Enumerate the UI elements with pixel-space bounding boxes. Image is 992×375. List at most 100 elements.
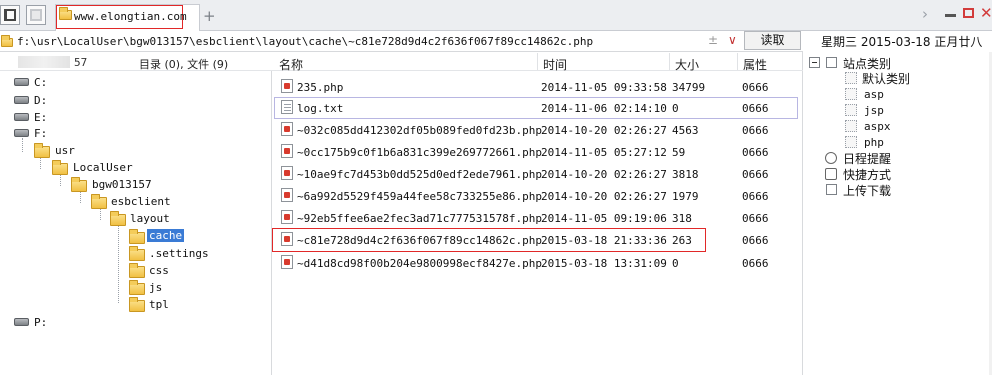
drive-p[interactable]: P:: [34, 316, 47, 329]
tree-folder-css[interactable]: css: [149, 264, 169, 277]
shortcuts[interactable]: 快捷方式: [843, 166, 891, 183]
read-button[interactable]: 读取: [744, 31, 801, 50]
file-time: 2015-03-18 21:33:36: [541, 234, 667, 247]
folder-icon: [129, 229, 145, 244]
column-divider[interactable]: [537, 53, 538, 70]
file-row[interactable]: ~0cc175b9c0f1b6a831c399e269772661.php 20…: [273, 143, 802, 163]
file-time: 2014-11-05 09:19:06: [541, 212, 667, 225]
file-name: ~0cc175b9c0f1b6a831c399e269772661.php: [297, 146, 543, 159]
folder-icon: [110, 211, 126, 226]
column-name[interactable]: 名称: [279, 56, 303, 73]
restore-tab-button[interactable]: [26, 5, 46, 25]
php-file-icon: [281, 166, 293, 180]
address-path-input[interactable]: f:\usr\LocalUser\bgw013157\esbclient\lay…: [17, 35, 593, 48]
file-time: 2014-11-05 05:27:12: [541, 146, 667, 159]
new-tab-button[interactable]: +: [203, 7, 216, 25]
file-row[interactable]: ~10ae9fc7d453b0dd525d0edf2ede7961.php 20…: [273, 165, 802, 185]
site-category-jsp[interactable]: jsp: [864, 104, 884, 117]
column-time[interactable]: 时间: [543, 56, 567, 73]
column-attr[interactable]: 属性: [743, 56, 767, 73]
plus-minus-icon[interactable]: ±: [708, 33, 718, 47]
drive-d[interactable]: D:: [34, 94, 47, 107]
php-file-icon: [281, 144, 293, 158]
category-item-icon: [845, 104, 857, 116]
chevron-down-icon[interactable]: ∨: [728, 33, 737, 47]
column-divider[interactable]: [737, 53, 738, 70]
file-size: 318: [672, 212, 692, 225]
drive-e[interactable]: E:: [34, 111, 47, 124]
drive-icon: [14, 78, 29, 86]
file-name: ~c81e728d9d4c2f636f067f89cc14862c.php: [297, 234, 543, 247]
file-time: 2014-10-20 02:26:27: [541, 124, 667, 137]
minimize-button[interactable]: [945, 14, 956, 17]
column-divider[interactable]: [669, 53, 670, 70]
folder-icon: [129, 246, 145, 261]
drive-c[interactable]: C:: [34, 76, 47, 89]
file-time: 2014-11-05 09:33:58: [541, 81, 667, 94]
file-name: ~d41d8cd98f00b204e9800998ecf8427e.php: [297, 257, 543, 270]
tree-count-label: 目录 (0), 文件 (9): [139, 58, 229, 71]
folder-icon: [91, 194, 107, 209]
chevron-right-icon[interactable]: ›: [922, 5, 928, 23]
file-name: ~92eb5ffee6ae2fec3ad71c777531578f.php: [297, 212, 543, 225]
file-row[interactable]: ~92eb5ffee6ae2fec3ad71c777531578f.php 20…: [273, 209, 802, 229]
drive-icon: [14, 318, 29, 326]
sidebar-toggle-button[interactable]: [0, 5, 20, 25]
folder-icon: [129, 297, 145, 312]
file-row[interactable]: ~032c085dd412302df05b089fed0fd23b.php 20…: [273, 121, 802, 141]
site-category-asp[interactable]: asp: [864, 88, 884, 101]
upload-download[interactable]: 上传下载: [843, 182, 891, 199]
file-row[interactable]: log.txt 2014-11-06 02:14:10 0 0666: [273, 99, 802, 119]
schedule-reminder[interactable]: 日程提醒: [843, 150, 891, 167]
folder-icon: [59, 7, 72, 20]
tree-folder-usr[interactable]: usr: [55, 144, 75, 157]
tree-folder-layout[interactable]: layout: [130, 212, 170, 225]
site-category-pane: [803, 52, 992, 375]
file-size: 3818: [672, 168, 699, 181]
category-icon: [826, 57, 837, 68]
file-row[interactable]: 235.php 2014-11-05 09:33:58 34799 0666: [273, 78, 802, 98]
file-size: 4563: [672, 124, 699, 137]
maximize-button[interactable]: [963, 8, 974, 18]
file-attr: 0666: [742, 146, 769, 159]
text-file-icon: [281, 100, 293, 114]
close-button[interactable]: ✕: [980, 4, 992, 22]
category-item-icon: [845, 136, 857, 148]
file-attr: 0666: [742, 190, 769, 203]
site-category-php[interactable]: php: [864, 136, 884, 149]
site-category-aspx[interactable]: aspx: [864, 120, 891, 133]
file-attr: 0666: [742, 124, 769, 137]
file-row[interactable]: ~c81e728d9d4c2f636f067f89cc14862c.php 20…: [273, 231, 802, 251]
folder-icon: [129, 263, 145, 278]
hand-icon: [825, 168, 837, 180]
file-time: 2014-11-06 02:14:10: [541, 102, 667, 115]
tree-folder-esbclient[interactable]: esbclient: [111, 195, 171, 208]
tree-folder-js[interactable]: js: [149, 281, 162, 294]
transfer-icon: [826, 184, 837, 195]
drive-icon: [14, 113, 29, 121]
file-size: 59: [672, 146, 686, 159]
tab-title: www.elongtian.com: [74, 10, 187, 23]
folder-icon: [1, 35, 13, 47]
file-row[interactable]: ~d41d8cd98f00b204e9800998ecf8427e.php 20…: [273, 254, 802, 274]
collapse-toggle[interactable]: [809, 57, 820, 68]
tree-folder-localuser[interactable]: LocalUser: [73, 161, 133, 174]
file-attr: 0666: [742, 102, 769, 115]
tree-folder-settings[interactable]: .settings: [149, 247, 209, 260]
tree-folder-cache[interactable]: cache: [147, 229, 185, 242]
file-size: 0: [672, 257, 679, 270]
drive-f[interactable]: F:: [34, 127, 47, 140]
php-file-icon: [281, 255, 293, 269]
file-size: 34799: [672, 81, 706, 94]
column-size[interactable]: 大小: [675, 56, 699, 73]
file-attr: 0666: [742, 81, 769, 94]
file-size: 263: [672, 234, 692, 247]
folder-icon: [71, 177, 87, 192]
file-row[interactable]: ~6a992d5529f459a44fee58c733255e86.php 20…: [273, 187, 802, 207]
file-time: 2015-03-18 13:31:09: [541, 257, 667, 270]
site-category-default[interactable]: 默认类别: [862, 70, 910, 87]
file-name: log.txt: [297, 102, 344, 115]
tree-folder-bgw013157[interactable]: bgw013157: [92, 178, 152, 191]
php-file-icon: [281, 188, 293, 202]
tree-folder-tpl[interactable]: tpl: [149, 298, 169, 311]
